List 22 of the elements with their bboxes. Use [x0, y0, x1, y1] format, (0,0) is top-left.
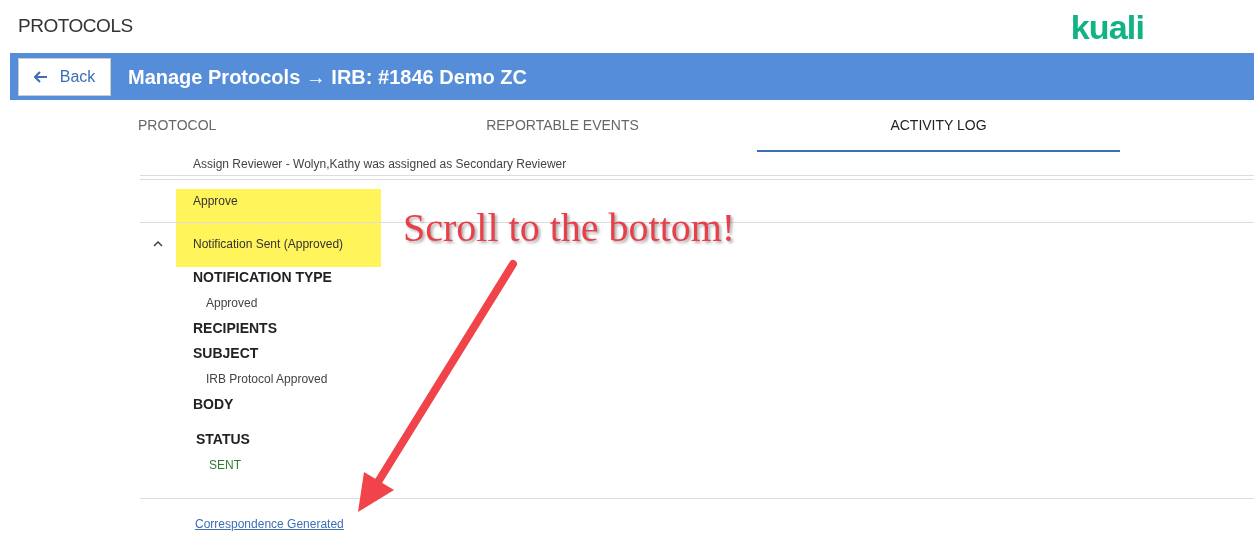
detail-label: BODY — [193, 395, 235, 414]
page-title: PROTOCOLS — [18, 14, 133, 39]
collapse-chevron-icon[interactable] — [153, 241, 163, 247]
tab[interactable]: REPORTABLE EVENTS — [368, 100, 757, 152]
log-entry-title: Assign Reviewer - Wolyn,Kathy was assigned as Secondary Reviewer — [193, 155, 567, 173]
detail-label: RECIPIENTS — [193, 319, 278, 338]
annotation-label: Scroll to the bottom! — [403, 204, 736, 252]
back-arrow-icon — [33, 70, 48, 83]
detail-label: NOTIFICATION TYPE — [193, 268, 333, 287]
tab[interactable]: PROTOCOL — [138, 100, 368, 152]
log-entry-title[interactable]: Notification Sent (Approved) — [176, 235, 344, 253]
detail-label: STATUS — [196, 430, 251, 449]
log-entry-title[interactable]: Approve — [176, 192, 238, 210]
tab[interactable]: ACTIVITY LOG — [757, 100, 1120, 152]
detail-value: SENT — [208, 457, 242, 474]
correspondence-link[interactable]: Correspondence Generated — [195, 517, 344, 531]
back-button[interactable]: Back — [18, 57, 111, 96]
detail-label: SUBJECT — [193, 344, 260, 363]
detail-value: Approved — [205, 295, 259, 312]
detail-value: IRB Protocol Approved — [205, 371, 329, 388]
breadcrumb-title: Manage Protocols → IRB: #1846 Demo ZC — [128, 64, 527, 90]
logo: kuali — [1070, 9, 1144, 44]
